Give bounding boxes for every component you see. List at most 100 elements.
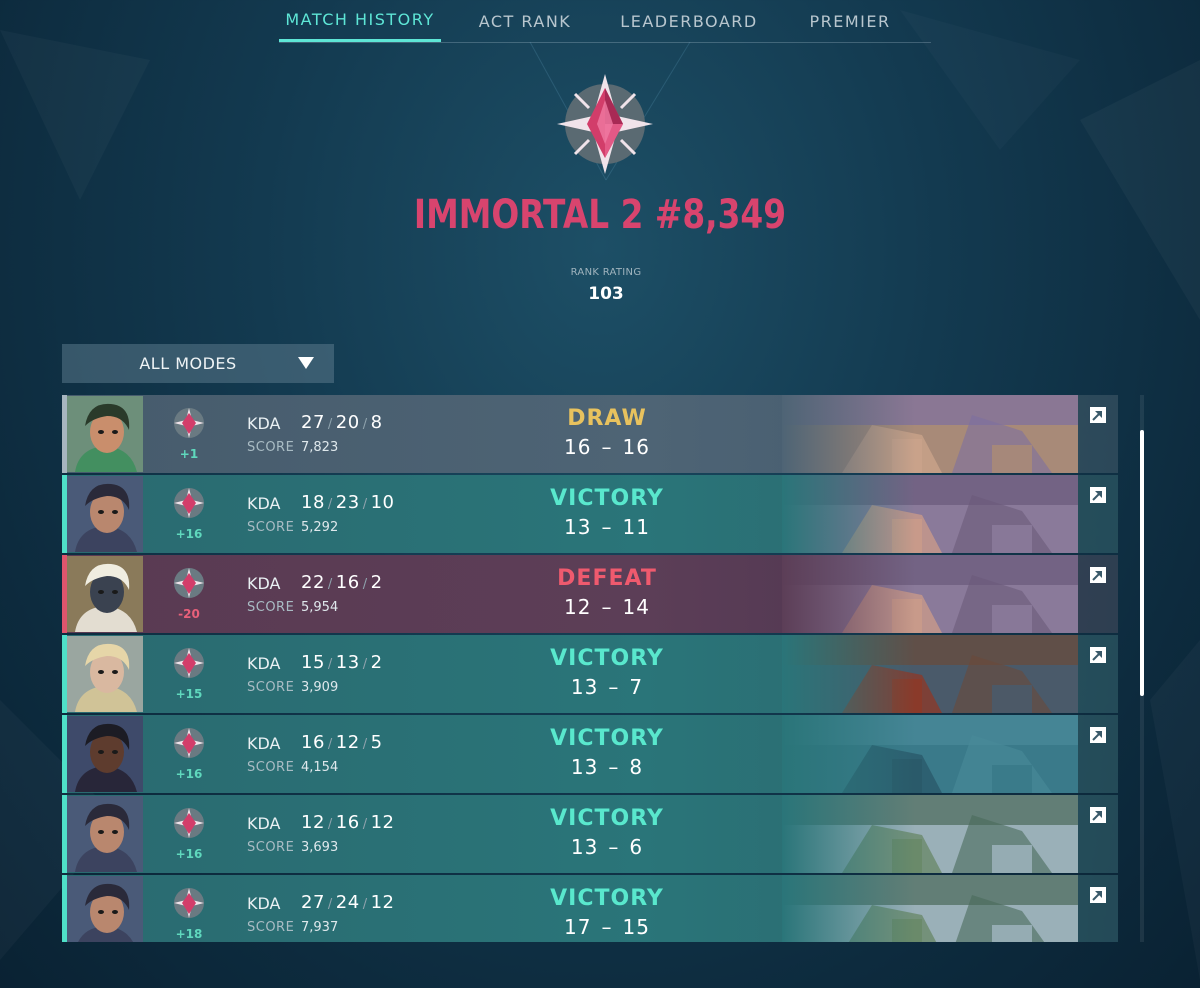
kda-separator: /	[362, 657, 368, 672]
map-fade	[782, 715, 1078, 793]
kda-separator: /	[327, 657, 333, 672]
map-fade	[782, 395, 1078, 473]
kda-separator: /	[327, 817, 333, 832]
match-result: DEFEAT	[557, 566, 657, 591]
rounds-won: 13	[570, 755, 599, 779]
round-score: 12–14	[507, 595, 707, 619]
kda-deaths: 16	[335, 812, 360, 833]
score-label: SCORE	[247, 680, 295, 695]
scrollbar-thumb[interactable]	[1140, 430, 1144, 696]
match-result: VICTORY	[550, 806, 664, 831]
kda-separator: /	[362, 417, 368, 432]
agent-portrait-reyna	[67, 476, 143, 552]
match-details-button[interactable]	[1078, 875, 1118, 942]
kda-assists: 5	[370, 732, 383, 753]
score-label: SCORE	[247, 920, 295, 935]
match-row[interactable]: +15 KDA 15/13/2 SCORE 3,909 VICTORY 13–7	[62, 635, 1118, 713]
rank-icon	[174, 808, 204, 838]
kda-separator: /	[327, 417, 333, 432]
kda-separator: /	[362, 577, 368, 592]
kda-kills: 27	[301, 412, 325, 433]
rank-icon	[174, 728, 204, 758]
kda-kills: 22	[301, 572, 325, 593]
rr-change: -20	[178, 607, 200, 621]
round-score: 13–7	[507, 675, 707, 699]
kda-separator: /	[362, 497, 368, 512]
rounds-won: 17	[564, 915, 592, 939]
match-history-list: +1 KDA 27/20/8 SCORE 7,823 DRAW 16–16 +16 KDA 18/…	[62, 395, 1118, 942]
expand-icon	[1090, 647, 1106, 663]
tab-match-history[interactable]: MATCH HISTORY	[279, 0, 441, 42]
kda-deaths: 20	[335, 412, 360, 433]
agent-portrait-iso	[67, 716, 143, 792]
round-score: 17–15	[507, 915, 707, 939]
match-result: VICTORY	[550, 726, 664, 751]
kda-value: 27/20/8	[301, 412, 383, 433]
kda-value: 27/24/12	[301, 892, 395, 913]
kda-kills: 15	[301, 652, 325, 673]
map-fade	[782, 555, 1078, 633]
top-nav: MATCH HISTORY ACT RANK LEADERBOARD PREMI…	[279, 0, 931, 43]
agent-portrait-cypher	[67, 556, 143, 632]
round-score: 13–11	[507, 515, 707, 539]
match-row[interactable]: +16 KDA 18/23/10 SCORE 5,292 VICTORY 13–11	[62, 475, 1118, 553]
rr-change: +16	[175, 767, 203, 781]
score-value: 3,909	[301, 680, 339, 695]
rank-title: IMMORTAL 2 #8,349	[413, 192, 787, 238]
kda-deaths: 24	[335, 892, 360, 913]
score-value: 4,154	[301, 760, 339, 775]
score-dash: –	[608, 675, 620, 699]
kda-label: KDA	[247, 814, 281, 833]
rr-change: +18	[175, 927, 203, 941]
match-row[interactable]: -20 KDA 22/16/2 SCORE 5,954 DEFEAT 12–14	[62, 555, 1118, 633]
match-row[interactable]: +1 KDA 27/20/8 SCORE 7,823 DRAW 16–16	[62, 395, 1118, 473]
rounds-lost: 11	[622, 515, 650, 539]
match-row[interactable]: +16 KDA 16/12/5 SCORE 4,154 VICTORY 13–8	[62, 715, 1118, 793]
score-value: 7,823	[301, 440, 339, 455]
match-details-button[interactable]	[1078, 715, 1118, 793]
kda-kills: 27	[301, 892, 325, 913]
kda-deaths: 12	[335, 732, 360, 753]
agent-portrait-killjoy	[67, 396, 143, 472]
tab-act-rank[interactable]: ACT RANK	[441, 0, 609, 42]
kda-assists: 2	[370, 572, 383, 593]
kda-kills: 18	[301, 492, 325, 513]
map-fade	[782, 475, 1078, 553]
score-dash: –	[601, 515, 613, 539]
match-details-button[interactable]	[1078, 395, 1118, 473]
agent-portrait-reyna	[67, 876, 143, 942]
match-result: VICTORY	[550, 646, 664, 671]
match-details-button[interactable]	[1078, 475, 1118, 553]
score-label: SCORE	[247, 840, 295, 855]
expand-icon	[1090, 487, 1106, 503]
match-row[interactable]: +16 KDA 12/16/12 SCORE 3,693 VICTORY 13–6	[62, 795, 1118, 873]
agent-portrait-chamber	[67, 636, 143, 712]
match-details-button[interactable]	[1078, 795, 1118, 873]
score-dash: –	[601, 595, 613, 619]
score-value: 3,693	[301, 840, 339, 855]
rounds-lost: 6	[629, 835, 644, 859]
kda-value: 16/12/5	[301, 732, 383, 753]
expand-icon	[1090, 807, 1106, 823]
match-details-button[interactable]	[1078, 635, 1118, 713]
agent-portrait-reyna	[67, 796, 143, 872]
kda-value: 22/16/2	[301, 572, 383, 593]
kda-deaths: 23	[335, 492, 360, 513]
mode-filter-label: ALL MODES	[139, 354, 237, 373]
mode-filter-dropdown[interactable]: ALL MODES	[62, 344, 334, 383]
match-row[interactable]: +18 KDA 27/24/12 SCORE 7,937 VICTORY 17–15	[62, 875, 1118, 942]
tab-leaderboard[interactable]: LEADERBOARD	[609, 0, 769, 42]
kda-separator: /	[362, 817, 368, 832]
rank-rating-label: RANK RATING	[570, 267, 642, 278]
rounds-lost: 16	[622, 435, 650, 459]
kda-assists: 12	[370, 892, 395, 913]
score-value: 5,292	[301, 520, 339, 535]
score-label: SCORE	[247, 520, 295, 535]
tab-premier[interactable]: PREMIER	[769, 0, 931, 42]
match-details-button[interactable]	[1078, 555, 1118, 633]
match-result: DRAW	[567, 406, 647, 431]
match-result: VICTORY	[550, 886, 664, 911]
rank-icon	[174, 488, 204, 518]
score-label: SCORE	[247, 440, 295, 455]
match-result: VICTORY	[550, 486, 664, 511]
